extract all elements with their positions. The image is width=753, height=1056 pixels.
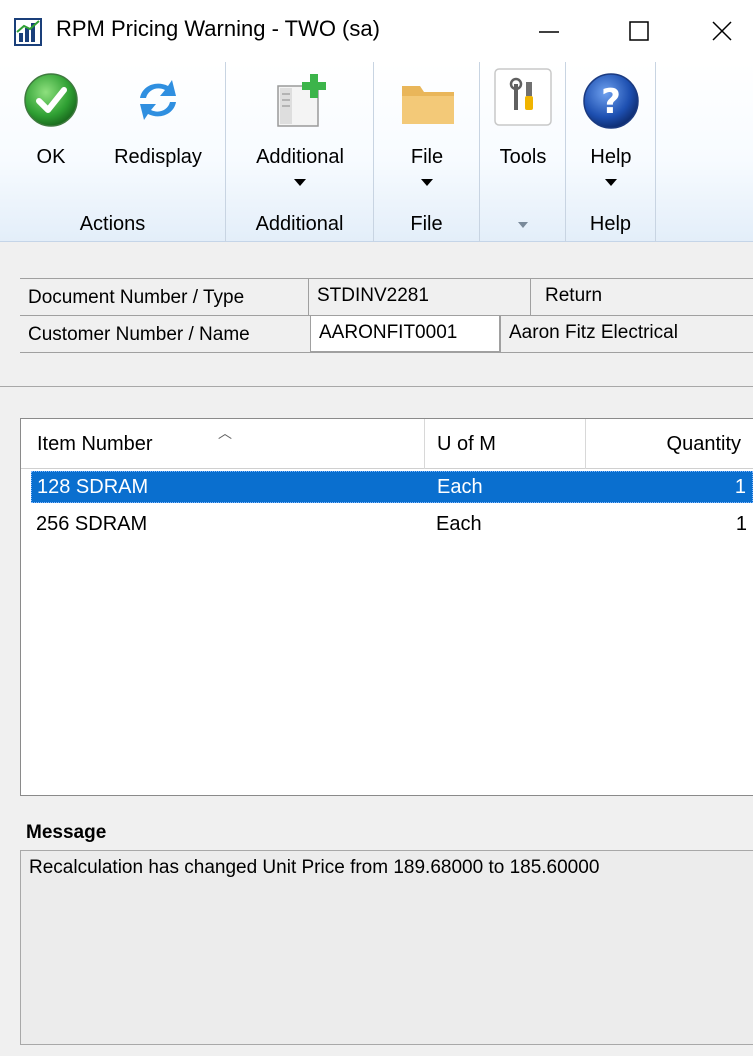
document-row: Document Number / Type STDINV2281 Return: [20, 279, 753, 316]
ribbon-group-additional: Additional Additional: [226, 62, 374, 242]
minimize-button[interactable]: [511, 0, 587, 62]
ok-button[interactable]: OK: [18, 62, 84, 202]
help-icon: ?: [583, 73, 639, 129]
customer-label: Customer Number / Name: [28, 324, 250, 345]
customer-number-field[interactable]: AARONFIT0001: [310, 316, 500, 352]
sort-caret-icon: ︿: [218, 425, 232, 441]
customer-name-field[interactable]: Aaron Fitz Electrical: [500, 316, 753, 352]
item-number-cell: 256 SDRAM: [36, 513, 148, 535]
additional-button[interactable]: Additional: [234, 62, 366, 202]
item-number-cell: 128 SDRAM: [37, 476, 149, 498]
ribbon-group-actions: OK Redisplay Actions: [0, 62, 226, 242]
additional-label: Additional: [256, 146, 344, 168]
column-uom[interactable]: U of M: [437, 419, 496, 469]
redisplay-button[interactable]: Redisplay: [100, 62, 216, 202]
column-quantity[interactable]: Quantity: [667, 419, 741, 469]
message-text: Recalculation has changed Unit Price fro…: [20, 850, 753, 1045]
file-group-label: File: [410, 213, 443, 235]
maximize-button[interactable]: [601, 0, 677, 62]
document-add-icon: [277, 74, 326, 127]
tools-label: Tools: [499, 146, 547, 168]
minimize-icon: [539, 31, 559, 33]
additional-dropdown-arrow: [294, 179, 306, 186]
refresh-icon: [140, 80, 176, 120]
file-dropdown-arrow: [421, 179, 433, 186]
table-row[interactable]: 256 SDRAM Each 1: [31, 509, 753, 541]
column-divider: [585, 419, 586, 469]
table-row[interactable]: 128 SDRAM Each 1: [31, 471, 753, 503]
list-header: ︿ Item Number U of M Quantity: [21, 419, 753, 469]
tools-icon: [494, 68, 552, 126]
quantity-cell: 1: [734, 476, 746, 498]
file-button[interactable]: File: [382, 62, 472, 202]
title-bar: RPM Pricing Warning - TWO (sa): [0, 0, 753, 62]
message-label: Message: [26, 822, 107, 843]
help-dropdown-arrow: [605, 179, 617, 186]
ribbon-group-file: File File: [374, 62, 480, 242]
maximize-icon: [629, 21, 649, 41]
ribbon-group-tools: Tools: [480, 62, 566, 242]
uom-cell: Each: [437, 476, 483, 498]
file-label: File: [410, 146, 444, 168]
help-button[interactable]: ? Help: [574, 62, 648, 202]
ribbon-group-help: ? Help Help: [566, 62, 656, 242]
additional-group-label: Additional: [255, 213, 344, 235]
customer-row: Customer Number / Name AARONFIT0001 Aaro…: [20, 316, 753, 353]
bar-chart-icon: [14, 18, 42, 46]
help-label: Help: [590, 146, 632, 168]
checkmark-icon: [24, 73, 78, 127]
column-divider: [424, 419, 425, 469]
document-type-field[interactable]: Return: [530, 279, 753, 315]
ok-label: OK: [36, 146, 66, 168]
column-item-number[interactable]: Item Number: [37, 419, 153, 469]
close-button[interactable]: [690, 0, 753, 62]
header-fields: Document Number / Type STDINV2281 Return…: [20, 278, 753, 353]
actions-group-label: Actions: [79, 213, 146, 235]
document-number-field[interactable]: STDINV2281: [308, 279, 530, 315]
document-label: Document Number / Type: [28, 287, 245, 308]
help-group-label: Help: [589, 213, 632, 235]
uom-cell: Each: [436, 513, 482, 535]
ribbon: OK Redisplay Actions Additional Addition…: [0, 62, 753, 242]
item-list[interactable]: ︿ Item Number U of M Quantity 128 SDRAM …: [20, 418, 753, 796]
svg-text:?: ?: [601, 82, 621, 122]
folder-icon: [402, 86, 454, 124]
close-icon: [711, 21, 732, 41]
tools-group-arrow[interactable]: [517, 222, 528, 228]
tools-button[interactable]: Tools: [486, 62, 560, 202]
redisplay-label: Redisplay: [114, 146, 202, 168]
quantity-cell: 1: [735, 513, 747, 535]
separator: [0, 386, 753, 387]
window-title: RPM Pricing Warning - TWO (sa): [56, 16, 380, 41]
